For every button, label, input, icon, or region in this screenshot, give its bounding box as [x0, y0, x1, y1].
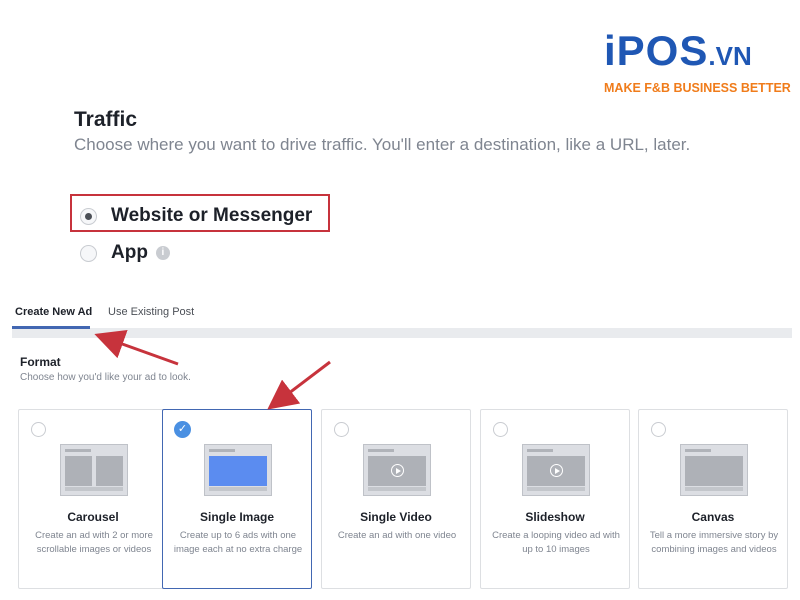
arrow-to-single-image [267, 360, 331, 410]
annotation-arrows [94, 329, 331, 410]
arrow-to-create-tab [94, 329, 179, 366]
